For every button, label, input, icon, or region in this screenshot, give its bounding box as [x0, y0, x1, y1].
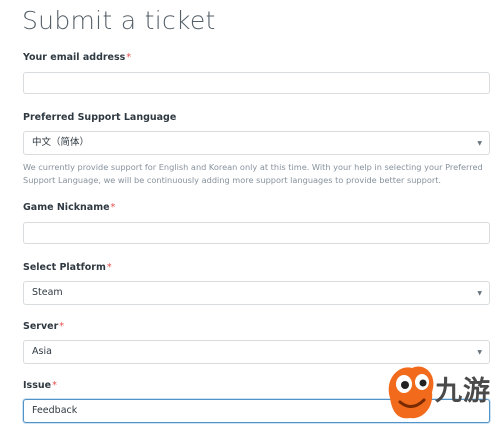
chevron-down-icon: ▼ [477, 290, 482, 297]
mascot-pupil-left [401, 381, 409, 389]
issue-label: Issue* [23, 380, 57, 391]
server-label-text: Server [23, 321, 59, 332]
required-marker: * [52, 380, 57, 391]
email-label-text: Your email address [23, 52, 126, 63]
issue-label-text: Issue [23, 380, 52, 391]
language-select[interactable]: 中文（简体） ▼ [23, 131, 490, 155]
language-label: Preferred Support Language [23, 112, 177, 123]
email-field[interactable] [23, 72, 490, 94]
required-marker: * [59, 321, 65, 332]
issue-select-value: Feedback [32, 405, 78, 416]
nickname-label-text: Game Nickname [23, 202, 110, 213]
server-label: Server* [23, 321, 64, 332]
nickname-label: Game Nickname* [23, 202, 115, 213]
platform-label-text: Select Platform [23, 262, 106, 273]
chevron-down-icon: ▼ [477, 140, 482, 147]
nickname-field[interactable] [23, 222, 490, 244]
server-select-value: Asia [32, 346, 52, 357]
platform-select-value: Steam [32, 287, 63, 298]
required-marker: * [106, 262, 112, 273]
platform-select[interactable]: Steam ▼ [23, 281, 490, 305]
required-marker: * [126, 52, 132, 63]
language-select-value: 中文（简体） [32, 137, 90, 148]
mascot-body [388, 366, 434, 419]
email-label: Your email address* [23, 52, 131, 63]
page-title: Submit a ticket [22, 6, 216, 35]
platform-label: Select Platform* [23, 262, 112, 273]
mascot-pupil-right [419, 379, 427, 387]
required-marker: * [110, 202, 116, 213]
language-hint: We currently provide support for English… [23, 162, 483, 185]
watermark-text: 九游 [435, 376, 491, 407]
